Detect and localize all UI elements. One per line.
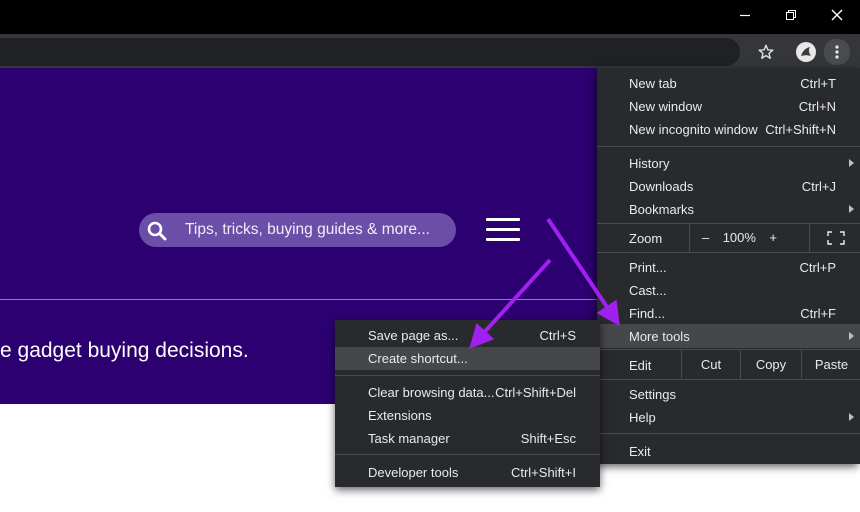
menu-item-label: Print... [629,260,667,275]
menu-item-label: Cast... [629,283,667,298]
zoom-in-button[interactable]: + [769,230,777,245]
submenu-item-task-manager[interactable]: Task manager Shift+Esc [335,427,600,450]
zoom-level: 100% [722,230,756,245]
more-tools-submenu: Save page as... Ctrl+S Create shortcut..… [335,320,600,487]
menu-item-new-tab[interactable]: New tab Ctrl+T [597,72,860,95]
header-divider [0,299,598,300]
restore-button[interactable] [768,0,814,30]
menu-item-label: More tools [629,329,690,344]
close-button[interactable] [814,0,860,30]
paste-button[interactable]: Paste [801,350,860,379]
menu-item-label: Clear browsing data... [368,385,495,400]
menu-item-label: Bookmarks [629,202,695,217]
menu-item-label: Developer tools [368,465,459,480]
search-icon [147,221,167,241]
menu-item-shortcut: Ctrl+T [800,76,836,91]
site-tagline: e gadget buying decisions. [0,339,249,362]
menu-separator [597,146,860,147]
menu-item-shortcut: Ctrl+J [801,179,836,194]
menu-item-label: Extensions [368,408,432,423]
menu-item-label: New incognito window [629,122,758,137]
menu-item-shortcut: Ctrl+F [800,306,836,321]
menu-separator [597,433,860,434]
cut-button[interactable]: Cut [681,350,740,379]
menu-item-new-incognito-window[interactable]: New incognito window Ctrl+Shift+N [597,118,860,141]
close-icon [831,9,843,21]
menu-item-label: Exit [629,444,651,459]
site-search-box[interactable]: Tips, tricks, buying guides & more... [139,213,456,247]
menu-item-shortcut: Ctrl+Shift+I [510,465,576,480]
submenu-arrow-icon [849,413,854,421]
submenu-item-create-shortcut[interactable]: Create shortcut... [335,347,600,370]
submenu-arrow-icon [849,205,854,213]
restore-icon [786,10,796,20]
menu-item-zoom: Zoom – 100% + [597,223,860,252]
menu-item-history[interactable]: History [597,152,860,175]
menu-item-label: New tab [629,76,677,91]
menu-item-bookmarks[interactable]: Bookmarks [597,198,860,221]
copy-button[interactable]: Copy [740,350,801,379]
menu-item-shortcut: Ctrl+P [799,260,836,275]
menu-item-label: New window [629,99,702,114]
menu-item-label: Save page as... [368,328,459,343]
paste-label: Paste [814,357,849,372]
zoom-label: Zoom [629,231,663,246]
menu-item-shortcut: Ctrl+N [798,99,836,114]
submenu-item-extensions[interactable]: Extensions [335,404,600,427]
menu-separator [597,379,860,380]
submenu-item-clear-browsing-data[interactable]: Clear browsing data... Ctrl+Shift+Del [335,381,600,404]
menu-item-help[interactable]: Help [597,406,860,429]
menu-item-exit[interactable]: Exit [597,440,860,463]
edit-label: Edit [629,358,652,373]
menu-item-shortcut: Ctrl+S [539,328,576,343]
menu-item-downloads[interactable]: Downloads Ctrl+J [597,175,860,198]
menu-item-shortcut: Shift+Esc [520,431,576,446]
site-search-placeholder: Tips, tricks, buying guides & more... [185,221,430,238]
menu-item-label: Find... [629,306,666,321]
menu-item-label: Help [629,410,656,425]
menu-separator [335,375,600,376]
chrome-main-menu: New tab Ctrl+T New window Ctrl+N New inc… [597,68,860,464]
menu-item-cast[interactable]: Cast... [597,279,860,302]
menu-item-shortcut: Ctrl+Shift+Del [495,385,576,400]
menu-item-label: Settings [629,387,676,402]
menu-item-shortcut: Ctrl+Shift+N [765,122,836,137]
menu-item-label: Task manager [368,431,450,446]
cut-label: Cut [700,357,722,372]
menu-separator [335,454,600,455]
fullscreen-button[interactable] [809,223,860,252]
profile-avatar-icon[interactable] [792,40,820,64]
bookmark-star-icon[interactable] [752,40,780,64]
menu-item-print[interactable]: Print... Ctrl+P [597,256,860,279]
submenu-item-developer-tools[interactable]: Developer tools Ctrl+Shift+I [335,461,600,484]
menu-item-label: Create shortcut... [368,351,468,366]
menu-item-more-tools[interactable]: More tools [597,324,860,348]
submenu-arrow-icon [849,332,854,340]
minimize-icon [740,14,750,17]
copy-label: Copy [755,357,787,372]
menu-item-label: Downloads [629,179,694,194]
menu-item-new-window[interactable]: New window Ctrl+N [597,95,860,118]
menu-item-settings[interactable]: Settings [597,383,860,406]
chrome-menu-icon[interactable] [824,39,850,65]
menu-separator [597,252,860,253]
submenu-item-save-page-as[interactable]: Save page as... Ctrl+S [335,324,600,347]
submenu-arrow-icon [849,159,854,167]
zoom-out-button[interactable]: – [702,230,709,245]
address-bar[interactable] [0,38,740,66]
minimize-button[interactable] [722,0,768,30]
menu-item-label: History [629,156,670,171]
menu-item-find[interactable]: Find... Ctrl+F [597,302,860,325]
menu-item-edit: Edit Cut Copy Paste [597,350,860,379]
hamburger-menu-icon[interactable] [486,218,520,242]
zoom-controls: – 100% + [689,223,789,252]
window-title-bar [0,0,860,34]
fullscreen-icon [826,230,845,245]
